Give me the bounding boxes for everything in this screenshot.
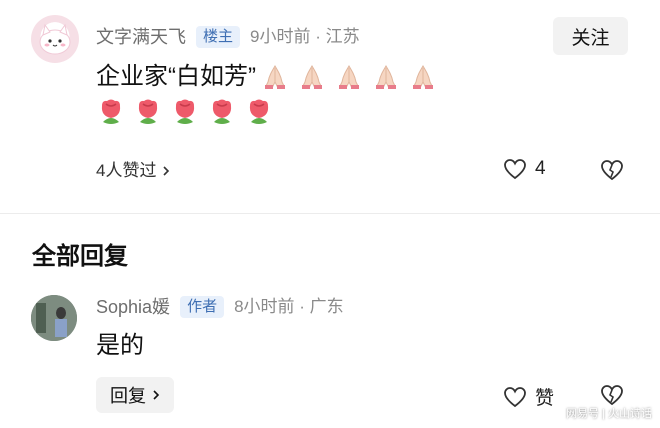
replies-section-title: 全部回复 bbox=[32, 243, 128, 270]
praying-hands-row bbox=[260, 62, 438, 92]
reply-text: 是的 bbox=[96, 332, 144, 359]
reply-button[interactable]: 回复 bbox=[96, 377, 174, 413]
rose-icon bbox=[101, 99, 121, 124]
reply-username[interactable]: Sophia媛 bbox=[96, 296, 170, 318]
rose-icon bbox=[212, 99, 232, 124]
rose-icon bbox=[175, 99, 195, 124]
broken-heart-icon bbox=[601, 160, 623, 181]
comment-meta: 9小时前 · 江苏 bbox=[250, 27, 360, 46]
cat-avatar-icon bbox=[39, 23, 71, 55]
chevron-right-icon bbox=[163, 166, 170, 176]
reply-button-label: 回复 bbox=[110, 386, 146, 406]
praying-hands-icon bbox=[338, 65, 359, 89]
praying-hands-icon bbox=[375, 65, 396, 89]
like-count: 4 bbox=[535, 158, 546, 179]
like-button[interactable]: 4 bbox=[503, 158, 546, 180]
divider bbox=[0, 213, 660, 214]
person-photo-icon bbox=[31, 295, 77, 341]
rose-icon bbox=[138, 99, 158, 124]
op-badge: 楼主 bbox=[196, 26, 241, 48]
comment-text: 企业家“白如芳” bbox=[96, 63, 256, 90]
watermark: 网易号 | 火山诗话 bbox=[566, 408, 652, 420]
username[interactable]: 文字满天飞 bbox=[96, 26, 186, 48]
chevron-right-icon bbox=[153, 390, 160, 400]
avatar[interactable] bbox=[31, 295, 77, 341]
reply-like-label: 赞 bbox=[535, 388, 555, 409]
heart-outline-icon bbox=[504, 159, 526, 180]
rose-icon bbox=[249, 99, 269, 124]
follow-button[interactable]: 关注 bbox=[553, 17, 628, 55]
praying-hands-icon bbox=[412, 65, 433, 89]
heart-outline-icon bbox=[504, 386, 526, 407]
author-badge: 作者 bbox=[180, 296, 225, 318]
reply-header: Sophia媛 作者 8小时前 · 广东 bbox=[96, 296, 344, 318]
praying-hands-icon bbox=[301, 65, 322, 89]
comment-header: 文字满天飞 楼主 9小时前 · 江苏 bbox=[96, 26, 360, 48]
reply-like-button[interactable]: 赞 bbox=[503, 383, 554, 410]
broken-heart-icon bbox=[601, 385, 623, 406]
likers-text: 4人赞过 bbox=[96, 161, 157, 180]
likers-link[interactable]: 4人赞过 bbox=[96, 160, 170, 182]
rose-row bbox=[96, 96, 438, 128]
avatar[interactable] bbox=[31, 15, 79, 63]
comment-body: 企业家“白如芳” bbox=[96, 60, 438, 128]
reply-meta: 8小时前 · 广东 bbox=[234, 297, 344, 316]
praying-hands-icon bbox=[264, 65, 285, 89]
dislike-button[interactable] bbox=[600, 159, 624, 186]
